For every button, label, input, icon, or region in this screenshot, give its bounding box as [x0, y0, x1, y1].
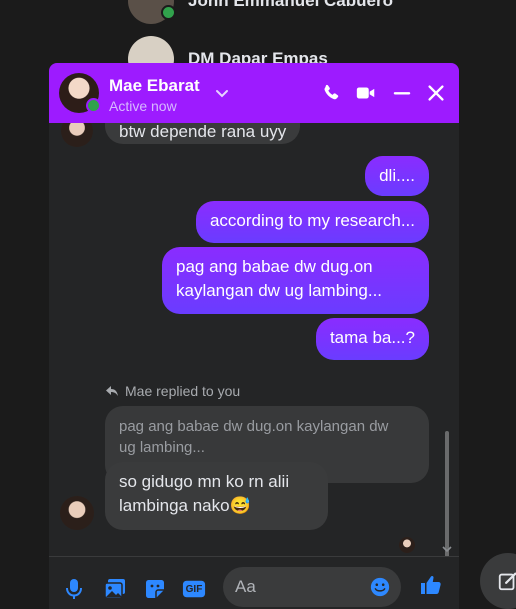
online-indicator	[86, 98, 101, 113]
attach-photo-button[interactable]	[103, 577, 127, 601]
quoted-text-line: pag ang babae dw dug.on kaylangan dw	[119, 418, 389, 435]
sticker-button[interactable]	[143, 577, 167, 601]
like-icon	[421, 576, 441, 594]
message-bubble-incoming[interactable]: so gidugo mn ko rn alii lambinga nako😅	[105, 462, 328, 530]
voice-clip-button[interactable]	[62, 577, 86, 601]
message-bubble-incoming[interactable]: btw depende rana uyy	[105, 123, 301, 144]
contact-name: John Emmanuel Cabuero	[188, 0, 393, 10]
contact-avatar	[61, 123, 93, 147]
close-button[interactable]	[424, 81, 448, 105]
minimize-icon	[393, 92, 411, 95]
message-text: tama ba...?	[329, 328, 415, 347]
call-button[interactable]	[319, 81, 343, 105]
message-text-line: kaylangan dw ug lambing...	[176, 281, 383, 300]
active-status: Active now	[109, 98, 177, 114]
message-text-line: so gidugo mn ko rn alii	[119, 472, 290, 491]
contact-avatar	[60, 496, 94, 530]
message-text: btw depende rana uyy	[119, 123, 287, 141]
close-icon	[428, 85, 444, 101]
scroll-down-icon[interactable]	[442, 545, 452, 553]
message-text: dli....	[379, 166, 415, 185]
message-bubble-outgoing[interactable]: pag ang babae dw dug.on kaylangan dw ug …	[162, 247, 429, 314]
gif-label: GIF	[185, 583, 203, 595]
online-indicator	[161, 5, 176, 20]
chat-header[interactable]: Mae Ebarat Active now	[49, 63, 459, 123]
message-bubble-outgoing[interactable]: dli....	[365, 156, 429, 196]
phone-icon	[324, 84, 339, 100]
message-composer: GIF	[49, 556, 459, 609]
video-call-button[interactable]	[354, 81, 378, 105]
chevron-down-icon[interactable]	[213, 84, 231, 102]
new-message-button[interactable]	[480, 553, 516, 609]
gif-button[interactable]: GIF	[182, 577, 206, 601]
message-text-line: lambinga nako😅	[119, 496, 251, 515]
like-button[interactable]	[419, 573, 443, 597]
scrollbar[interactable]	[445, 431, 449, 556]
avatar	[128, 0, 176, 24]
quoted-text-line: ug lambing...	[119, 439, 205, 456]
emoji-button[interactable]	[368, 575, 392, 599]
message-text-line: pag ang babae dw dug.on	[176, 257, 373, 276]
compose-icon	[498, 572, 516, 591]
video-icon	[356, 87, 375, 99]
reply-indicator: Mae replied to you	[105, 383, 240, 399]
message-list[interactable]: btw depende rana uyy dli.... according t…	[49, 123, 459, 556]
minimize-button[interactable]	[390, 81, 414, 105]
emoji-icon	[370, 577, 390, 597]
reply-arrow-icon	[106, 386, 118, 396]
seen-avatar	[399, 537, 415, 553]
contact-list-item[interactable]: John Emmanuel Cabuero	[128, 0, 393, 24]
contact-name[interactable]: Mae Ebarat	[109, 76, 200, 96]
message-bubble-outgoing[interactable]: according to my research...	[195, 201, 429, 243]
message-text: according to my research...	[209, 211, 415, 230]
message-bubble-outgoing[interactable]: tama ba...?	[315, 318, 429, 360]
mic-icon	[66, 579, 82, 599]
reply-label: Mae replied to you	[125, 383, 241, 399]
sticker-icon	[146, 580, 164, 598]
chat-window: Mae Ebarat Active now btw depende rana u…	[49, 63, 459, 609]
photo-icon	[104, 579, 125, 599]
